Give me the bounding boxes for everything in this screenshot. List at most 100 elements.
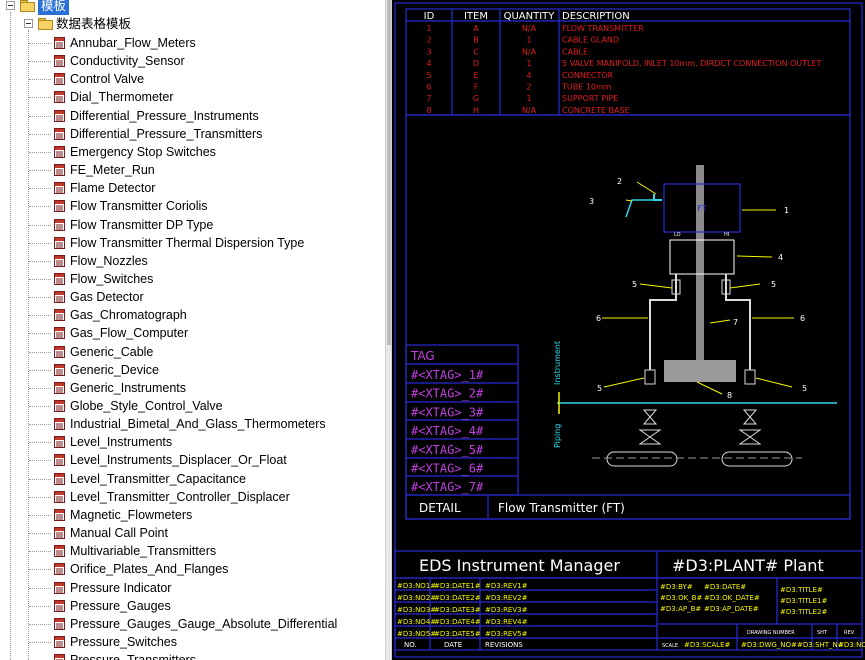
panel-scrollbar[interactable] [385, 0, 392, 660]
tree-item-label[interactable]: Flame Detector [70, 179, 155, 197]
collapse-icon[interactable] [6, 1, 15, 10]
tag-value: #<XTAG>_1# [411, 368, 484, 382]
title-field: #D3:TITLE1# [780, 597, 827, 605]
datasheet-icon [54, 55, 65, 68]
tag-value: #<XTAG>_6# [411, 462, 484, 476]
cad-drawing-viewer[interactable]: ID ITEM QUANTITY DESCRIPTION 1 A N/A FLOW TRANS… [392, 0, 865, 660]
datasheet-icon [54, 563, 65, 576]
bom-cell: CONCRETE BASE [562, 106, 630, 115]
tree-item-label[interactable]: Control Valve [70, 70, 144, 88]
tree-item-label[interactable]: Annubar_Flow_Meters [70, 34, 196, 52]
datasheet-icon [54, 599, 65, 612]
tree-item-label[interactable]: Magnetic_Flowmeters [70, 506, 192, 524]
detail-value: Flow Transmitter (FT) [498, 501, 625, 515]
tree-item-label[interactable]: Orifice_Plates_And_Flanges [70, 560, 228, 578]
datasheet-icon [54, 654, 65, 660]
tree-item-label[interactable]: Generic_Device [70, 361, 159, 379]
rev-header: NO. [404, 641, 417, 649]
tree-item-label[interactable]: Emergency Stop Switches [70, 143, 216, 161]
bom-cell: 1 [526, 36, 531, 45]
tree-item-label[interactable]: Flow_Switches [70, 270, 153, 288]
bom-cell: 1 [526, 94, 531, 103]
datasheet-icon [54, 381, 65, 394]
sign-by: #D3:BY# [660, 583, 693, 591]
template-tree-panel: 模板 数据表格模板 Annubar_Flow_Meters Conductivit… [0, 0, 385, 660]
callout-number: 6 [800, 314, 805, 323]
tree-item-label[interactable]: Industrial_Bimetal_And_Glass_Thermometer… [70, 415, 326, 433]
callout-number: 1 [784, 206, 789, 215]
callout-number: 5 [632, 280, 637, 289]
rev-header: REVISIONS [485, 641, 523, 649]
tree-item-label[interactable]: Differential_Pressure_Transmitters [70, 125, 262, 143]
tree-item-label[interactable]: Pressure_Gauges_Gauge_Absolute_Different… [70, 615, 337, 633]
datasheet-icon [54, 37, 65, 49]
tree-item-label[interactable]: Differential_Pressure_Instruments [70, 107, 259, 125]
tag-value: #<XTAG>_7# [411, 480, 484, 494]
datasheet-icon [54, 254, 65, 267]
tree-item-label[interactable]: Flow Transmitter Thermal Dispersion Type [70, 234, 304, 252]
datasheet-icon [54, 182, 65, 195]
bom-cell: CABLE [562, 47, 588, 56]
rev-date: #D3:DATE5# [434, 630, 481, 638]
tree-folder-label[interactable]: 数据表格模板 [56, 15, 131, 33]
callout-number: 5 [597, 384, 602, 393]
bom-cell: A [473, 24, 479, 33]
tree-item-label[interactable]: Generic_Instruments [70, 379, 186, 397]
tree-item-label[interactable]: Level_Transmitter_Capacitance [70, 470, 246, 488]
bom-cell: 6 [426, 83, 431, 92]
bom-cell: 8 [426, 106, 431, 115]
folder-open-icon [38, 18, 53, 30]
concrete-base [664, 360, 736, 382]
callout-number: 5 [771, 280, 776, 289]
tree-item-label[interactable]: Pressure_Transmitters [70, 651, 196, 660]
tree-item-label[interactable]: Multivariable_Transmitters [70, 542, 216, 560]
rev-date: #D3:DATE1# [434, 582, 481, 590]
rev-header: DATE [444, 641, 462, 649]
tree-item-label[interactable]: Conductivity_Sensor [70, 52, 185, 70]
bom-cell: 2 [526, 83, 531, 92]
tree-item-label[interactable]: Pressure_Gauges [70, 597, 171, 615]
rev-desc: #D3:REV3# [485, 606, 528, 614]
tree-item-label[interactable]: Pressure Indicator [70, 579, 171, 597]
datasheet-icon [54, 617, 65, 630]
tree-item-label[interactable]: Flow_Nozzles [70, 252, 148, 270]
scale-value: #D3:SCALE# [684, 641, 731, 649]
tree-item-label[interactable]: Gas Detector [70, 288, 144, 306]
bom-cell: N/A [522, 24, 537, 33]
tree-item-label[interactable]: Generic_Cable [70, 343, 153, 361]
callout-number: 6 [596, 314, 601, 323]
tag-value: #<XTAG>_4# [411, 424, 484, 438]
tree-item-label[interactable]: Level_Instruments [70, 433, 172, 451]
tree-item-label[interactable]: Level_Transmitter_Controller_Displacer [70, 488, 290, 506]
tree-item-label[interactable]: Manual Call Point [70, 524, 168, 542]
title-field: #D3:TITLE# [780, 586, 823, 594]
tree-item-label[interactable]: Level_Instruments_Displacer_Or_Float [70, 451, 287, 469]
datasheet-icon [54, 218, 65, 231]
datasheet-icon [54, 145, 65, 158]
rev-value: #D3:NO# [838, 641, 865, 649]
lo-label: LO [674, 232, 681, 238]
rev-no: #D3:NO4# [397, 618, 436, 626]
tree-item-label[interactable]: Dial_Thermometer [70, 88, 174, 106]
tree-item-label[interactable]: Gas_Chromatograph [70, 306, 187, 324]
tree-item-label[interactable]: Flow Transmitter Coriolis [70, 197, 208, 215]
instrument-label: Instrument [553, 341, 562, 385]
scrollbar-thumb[interactable] [387, 0, 391, 345]
datasheet-icon [54, 164, 65, 177]
tree-item-label[interactable]: FE_Meter_Run [70, 161, 155, 179]
bom-cell: 4 [526, 71, 531, 80]
plant-name: #D3:PLANT# Plant [672, 556, 824, 575]
datasheet-icon [54, 508, 65, 521]
tree-root-label[interactable]: 模板 [38, 0, 70, 15]
tree-item-label[interactable]: Gas_Flow_Computer [70, 324, 188, 342]
collapse-icon[interactable] [24, 19, 33, 28]
datasheet-icon [54, 436, 65, 449]
datasheet-icon [54, 490, 65, 503]
hi-label: HI [724, 232, 729, 238]
tree-item-label[interactable]: Globe_Style_Control_Valve [70, 397, 223, 415]
tree-item-label[interactable]: Pressure_Switches [70, 633, 177, 651]
callout-number: 5 [802, 384, 807, 393]
datasheet-icon [54, 545, 65, 558]
title-field: #D3:TITLE2# [780, 608, 827, 616]
tree-item-label[interactable]: Flow Transmitter DP Type [70, 216, 213, 234]
